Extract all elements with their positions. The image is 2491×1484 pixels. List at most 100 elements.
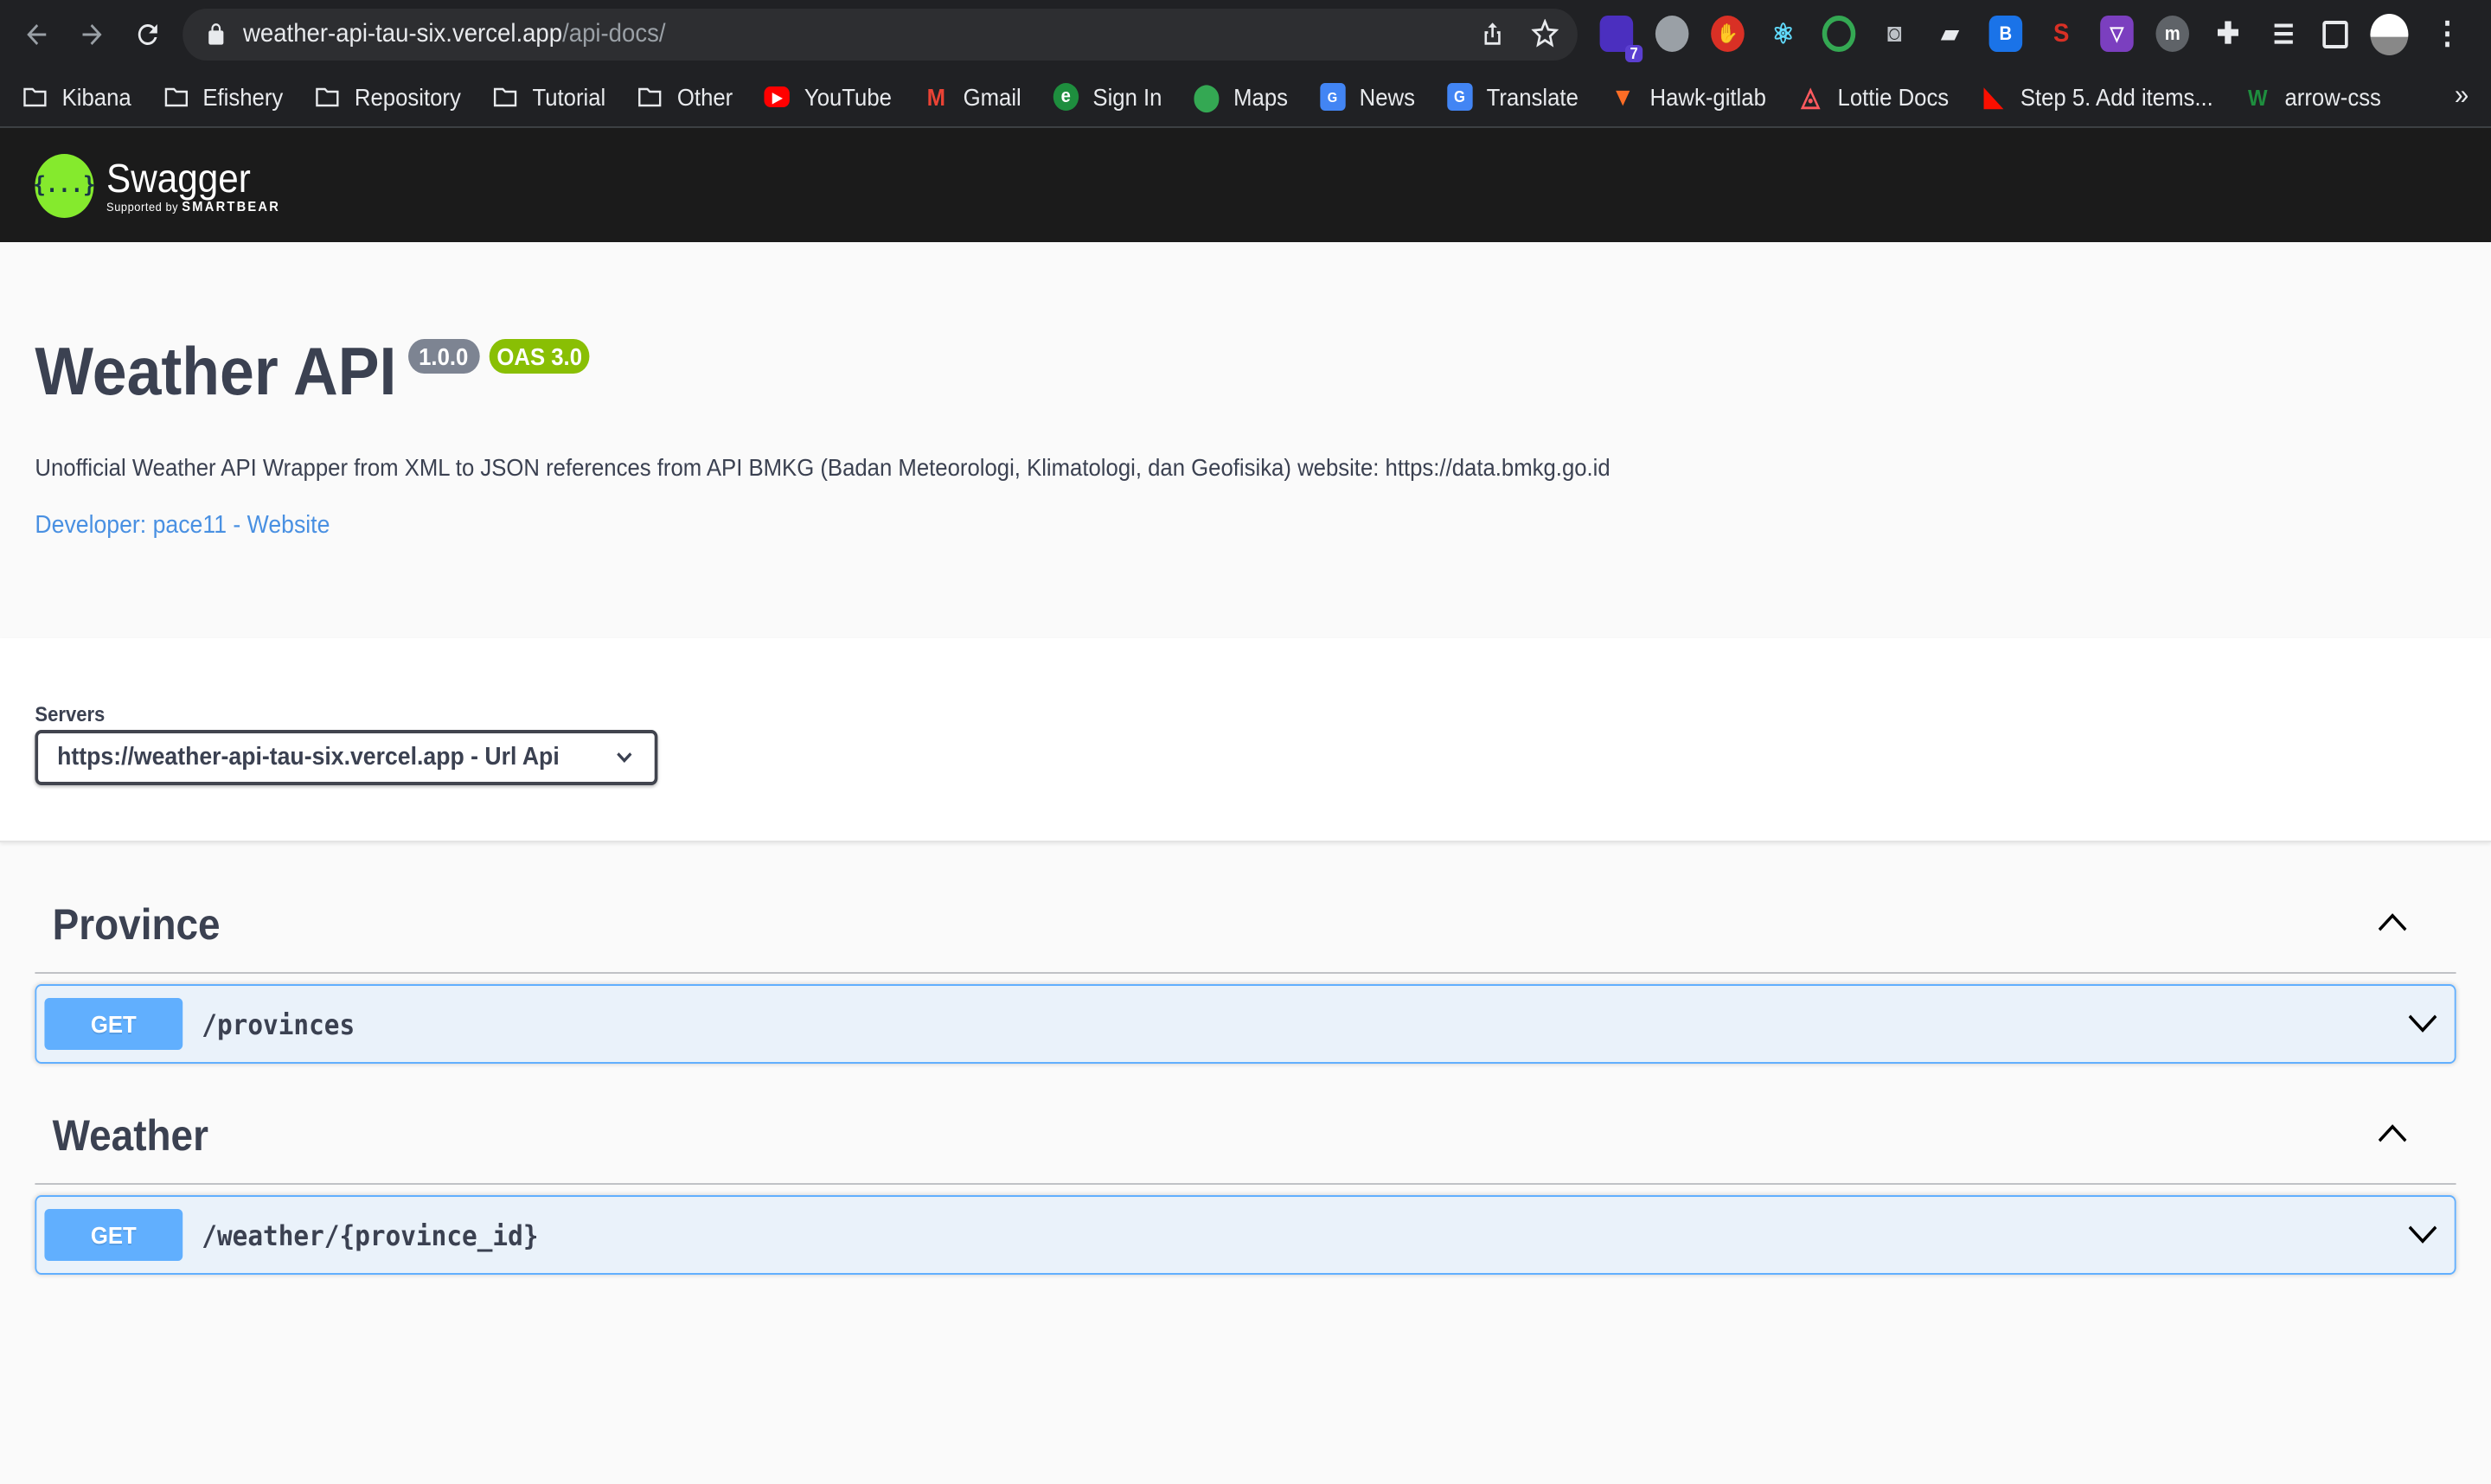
- gitlab-icon: ▼: [1611, 82, 1635, 112]
- youtube-icon: ▶: [764, 86, 791, 107]
- folder-icon: [22, 83, 48, 111]
- version-badge: 1.0.0: [407, 339, 480, 374]
- address-bar[interactable]: weather-api-tau-six.vercel.app/api-docs/: [183, 8, 1578, 60]
- bookmark-tutorial[interactable]: Tutorial: [493, 83, 606, 111]
- bookmark-step5[interactable]: ◣ Step 5. Add items...: [1981, 83, 2213, 112]
- bookmark-star-icon[interactable]: [1531, 19, 1559, 48]
- bookmark-repository[interactable]: Repository: [315, 83, 461, 111]
- page: weather-api-tau-six.vercel.app/api-docs/…: [0, 0, 2491, 1484]
- news-icon: G: [1319, 83, 1346, 111]
- swagger-logo-text[interactable]: Swagger Supported by SMARTBEAR: [106, 157, 280, 214]
- bookmark-maps[interactable]: ⬤ Maps: [1193, 83, 1289, 112]
- extension-m-icon[interactable]: m: [2155, 16, 2190, 52]
- swagger-topbar: {...} Swagger Supported by SMARTBEAR: [0, 128, 2491, 242]
- folder-icon: [315, 83, 340, 111]
- method-badge: GET: [44, 998, 183, 1050]
- reload-icon: [138, 22, 157, 44]
- back-arrow-icon: [27, 23, 47, 44]
- reload-button[interactable]: [124, 8, 171, 60]
- bookmark-label: News: [1359, 83, 1415, 111]
- bookmark-youtube[interactable]: ▶ YouTube: [764, 83, 892, 111]
- adobe-icon: ◣: [1983, 83, 2003, 112]
- bookmark-label: Tutorial: [532, 83, 606, 111]
- menu-kebab-icon[interactable]: ⋮: [2430, 16, 2464, 52]
- side-panel-icon[interactable]: [2322, 20, 2348, 48]
- extensions-row: 7 ✋ ⚛ ◙ ▰ B S ▽ m ✚ ☰ ⋮: [1599, 13, 2464, 62]
- extension-adblock-icon[interactable]: ✋: [1711, 16, 1745, 52]
- chevron-up-icon[interactable]: [2375, 903, 2410, 941]
- extension-stack-icon[interactable]: 7: [1599, 16, 1643, 62]
- bookmark-label: Translate: [1486, 83, 1578, 111]
- extensions-puzzle-icon[interactable]: ✚: [2212, 16, 2245, 52]
- airbnb-icon: ◬: [1801, 83, 1820, 112]
- chevron-up-icon[interactable]: [2375, 1114, 2410, 1152]
- chevron-down-icon[interactable]: [2405, 1216, 2440, 1254]
- bookmark-news[interactable]: G News: [1319, 83, 1415, 111]
- bookmark-label: Step 5. Add items...: [2020, 83, 2213, 111]
- bookmark-label: Lottie Docs: [1837, 83, 1950, 111]
- operation-path: /weather/{province_id}: [202, 1219, 539, 1251]
- extension-target-icon[interactable]: [1822, 16, 1856, 52]
- bookmark-hawk-gitlab[interactable]: ▼ Hawk-gitlab: [1611, 82, 1766, 112]
- tag-header-weather[interactable]: Weather: [35, 1064, 2456, 1185]
- bookmark-label: Maps: [1233, 83, 1289, 111]
- title-row: Weather API 1.0.0 OAS 3.0: [35, 336, 2456, 412]
- url-host: weather-api-tau-six.vercel.app: [243, 19, 563, 48]
- bookmarks-overflow-icon[interactable]: »: [2455, 81, 2469, 112]
- bookmark-label: Sign In: [1092, 83, 1162, 111]
- bookmark-label: Efishery: [202, 83, 284, 111]
- chevron-down-icon: [617, 752, 632, 763]
- bookmarks-bar: Kibana Efishery Repository Tutorial Othe…: [0, 67, 2491, 128]
- smartbear-tagline: Supported by SMARTBEAR: [106, 198, 280, 214]
- api-title: Weather API: [35, 336, 397, 410]
- lock-icon: [208, 22, 224, 44]
- bookmark-other[interactable]: Other: [637, 83, 733, 111]
- maps-icon: ⬤: [1193, 83, 1220, 112]
- extension-purple-icon[interactable]: ▽: [2100, 16, 2134, 52]
- server-select[interactable]: https://weather-api-tau-six.vercel.app -…: [35, 730, 658, 785]
- swagger-wordmark: Swagger: [106, 155, 251, 200]
- api-info: Weather API 1.0.0 OAS 3.0 Unofficial Wea…: [0, 242, 2491, 638]
- tag-header-province[interactable]: Province: [35, 842, 2456, 974]
- bookmark-label: arrow-css: [2284, 83, 2381, 111]
- bookmark-kibana[interactable]: Kibana: [22, 83, 131, 111]
- w-icon: W: [2247, 84, 2268, 110]
- bookmark-arrow-css[interactable]: Warrow-css: [2245, 83, 2381, 111]
- forward-button[interactable]: [68, 8, 116, 60]
- oas-badge: OAS 3.0: [489, 339, 591, 374]
- bookmark-lottie-docs[interactable]: ◬ Lottie Docs: [1798, 83, 1950, 112]
- extension-blue-icon[interactable]: B: [1988, 16, 2023, 52]
- bookmark-gmail[interactable]: M Gmail: [924, 83, 1021, 111]
- bookmark-label: Hawk-gitlab: [1649, 83, 1766, 111]
- reading-list-icon[interactable]: ☰: [2267, 16, 2301, 52]
- tag-name: Weather: [52, 1112, 208, 1161]
- operation-get-provinces[interactable]: GET /provinces: [35, 984, 2456, 1064]
- extension-eraser-icon[interactable]: ▰: [1933, 16, 1967, 52]
- tagline-prefix: Supported by: [106, 201, 179, 214]
- bookmark-label: YouTube: [804, 83, 892, 111]
- operation-get-weather[interactable]: GET /weather/{province_id}: [35, 1195, 2456, 1275]
- extension-chat-icon[interactable]: [1655, 16, 1689, 52]
- bookmark-signin[interactable]: e Sign In: [1053, 83, 1162, 111]
- extension-react-icon[interactable]: ⚛: [1766, 16, 1800, 52]
- signin-icon: e: [1053, 83, 1079, 111]
- profile-avatar[interactable]: [2370, 13, 2409, 54]
- operation-path: /provinces: [202, 1007, 355, 1040]
- extension-seo-icon[interactable]: S: [2045, 16, 2078, 52]
- gmail-icon: M: [926, 83, 946, 111]
- swagger-logo-icon[interactable]: {...}: [33, 153, 95, 217]
- bookmark-efishery[interactable]: Efishery: [163, 83, 283, 111]
- back-button[interactable]: [13, 8, 61, 60]
- chevron-down-icon[interactable]: [2405, 1005, 2440, 1043]
- bookmark-label: Kibana: [61, 83, 131, 111]
- developer-link[interactable]: Developer: pace11 - Website: [35, 512, 330, 540]
- tag-name: Province: [52, 901, 221, 950]
- folder-icon: [493, 83, 518, 111]
- share-icon[interactable]: [1479, 19, 1506, 48]
- url-path: /api-docs/: [562, 19, 666, 48]
- translate-icon: G: [1446, 83, 1473, 111]
- method-badge: GET: [44, 1209, 183, 1261]
- servers-section: Servers https://weather-api-tau-six.verc…: [0, 638, 2491, 842]
- bookmark-translate[interactable]: G Translate: [1446, 83, 1578, 111]
- extension-camera-icon[interactable]: ◙: [1878, 16, 1911, 52]
